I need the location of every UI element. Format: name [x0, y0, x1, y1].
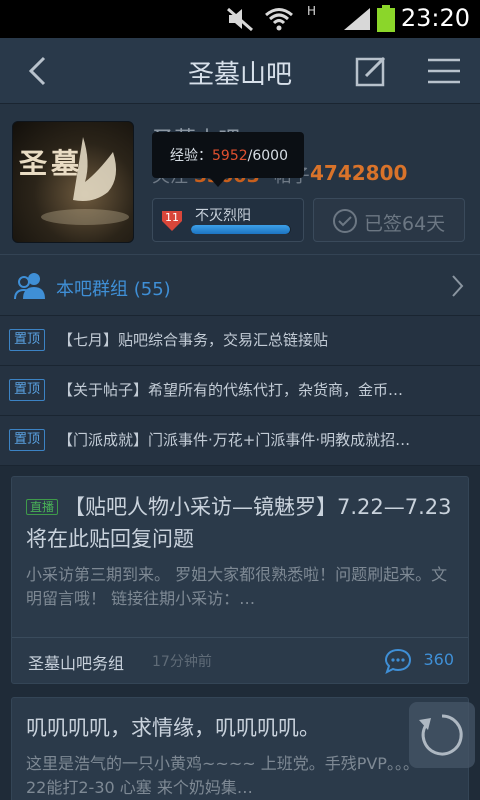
page-title: 圣墓山吧 [187, 60, 292, 90]
pinned-post[interactable]: 置顶 【门派成就】门派事件·万花+门派事件·明教成就招… [0, 416, 480, 466]
forum-header: 圣墓 圣墓山吧 关注 53003 帖子 4742800 经验：5952/6000… [0, 104, 480, 254]
signed-label: 已签64天 [364, 213, 446, 235]
mute-icon [227, 7, 253, 32]
level-progress-fill [191, 225, 291, 234]
experience-label: 经验： [170, 148, 212, 164]
forum-logo[interactable]: 圣墓 [12, 121, 134, 243]
post-time: 17分钟前 [152, 654, 212, 670]
post-excerpt: 小采访第三期到来。 罗姐大家都很熟悉啦！问题刷起来。文明留言哦！ 链接往期小采访… [26, 565, 448, 608]
pinned-badge: 置顶 [9, 379, 46, 401]
sign-in-button[interactable]: 已签64天 [313, 198, 465, 242]
pinned-badge: 置顶 [9, 329, 46, 351]
group-people-icon [14, 273, 45, 300]
level-progress-bar [191, 225, 291, 234]
pinned-post-title: 【门派成就】门派事件·万花+门派事件·明教成就招… [58, 431, 411, 449]
check-circle-icon [333, 209, 357, 233]
post-excerpt: 这里是浩气的一只小黄鸡~~~~ 上班党。手残PVP。。。22能打2-30 心塞 … [26, 754, 419, 797]
level-box[interactable]: 11 不灭烈阳 [152, 198, 304, 242]
battery-icon [377, 5, 395, 32]
comment-bubble-icon [384, 648, 412, 674]
post-card[interactable]: 叽叽叽叽，求情缘，叽叽叽叽。 这里是浩气的一只小黄鸡~~~~ 上班党。手残PVP… [11, 697, 469, 800]
edit-icon [355, 56, 386, 87]
post-card[interactable]: 直播 【贴吧人物小采访—镜魅罗】7.22—7.23将在此贴回复问题 小采访第三期到… [11, 476, 469, 684]
level-number: 11 [165, 211, 179, 224]
nav-bar: 圣墓山吧 [0, 38, 480, 104]
reply-count: 360 [423, 650, 454, 669]
wifi-icon [265, 8, 293, 31]
status-bar: H 23:20 [0, 0, 480, 38]
pinned-post-title: 【七月】贴吧综合事务，交易汇总链接贴 [58, 331, 329, 349]
experience-text: 经验：5952/6000 [170, 145, 288, 165]
signal-icon [344, 8, 370, 30]
pinned-posts-list: 置顶 【七月】贴吧综合事务，交易汇总链接贴 置顶 【关于帖子】希望所有的代练代打… [0, 316, 480, 466]
refresh-icon [419, 714, 463, 756]
level-name: 不灭烈阳 [195, 208, 251, 224]
mountain-logo-shape [41, 137, 129, 225]
post-title: 叽叽叽叽，求情缘，叽叽叽叽。 [26, 716, 320, 740]
status-time: 23:20 [400, 4, 470, 32]
group-label: 本吧群组 (55) [56, 279, 171, 300]
pinned-post-title: 【关于帖子】希望所有的代练代打，杂货商，金币… [58, 381, 404, 399]
pinned-post[interactable]: 置顶 【七月】贴吧综合事务，交易汇总链接贴 [0, 316, 480, 366]
post-count: 4742800 [310, 161, 408, 185]
post-title-text: 【贴吧人物小采访—镜魅罗】7.22—7.23将在此贴回复问题 [26, 495, 452, 551]
post-author[interactable]: 圣墓山吧务组 [28, 650, 124, 674]
pinned-badge: 置顶 [9, 429, 46, 451]
pinned-post[interactable]: 置顶 【关于帖子】希望所有的代练代打，杂货商，金币… [0, 366, 480, 416]
experience-total: 6000 [252, 148, 288, 164]
chevron-right-icon [452, 275, 464, 297]
experience-tooltip: 经验：5952/6000 [152, 132, 304, 187]
tooltip-arrow [210, 178, 226, 187]
post-title: 直播 【贴吧人物小采访—镜魅罗】7.22—7.23将在此贴回复问题 [26, 491, 456, 555]
post-footer: 圣墓山吧务组 17分钟前 360 [12, 637, 468, 683]
refresh-button[interactable] [409, 702, 475, 768]
menu-icon [428, 58, 460, 84]
live-badge: 直播 [26, 499, 59, 515]
forum-group-row[interactable]: 本吧群组 (55) [0, 254, 480, 316]
menu-button[interactable] [414, 38, 474, 104]
network-type-label: H [307, 4, 317, 18]
experience-current: 5952 [212, 148, 248, 164]
compose-button[interactable] [340, 38, 400, 104]
